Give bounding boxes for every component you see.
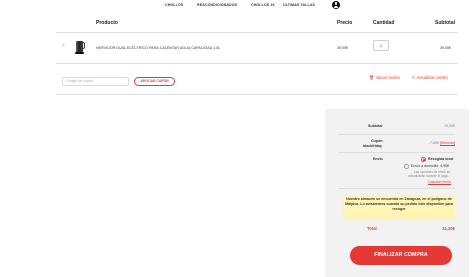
product-price: 39,00€ bbox=[337, 46, 348, 50]
local-pickup-label: Recogida local bbox=[428, 157, 454, 161]
nav-item-reacondicionados[interactable]: REACONDICIONADOS bbox=[197, 3, 237, 7]
divider bbox=[56, 63, 458, 64]
shipping-label: Envío bbox=[373, 157, 383, 161]
coupon-code-label: blackfriday bbox=[363, 144, 382, 148]
product-name-link[interactable]: HERVIDOR DUAL ELÉCTRICO PARA CALENTAR AG… bbox=[96, 46, 220, 50]
home-delivery-label: Envío a domicilio: 4,95€ bbox=[411, 164, 450, 168]
radio-home-delivery[interactable] bbox=[404, 164, 409, 169]
header-price: Precio bbox=[337, 20, 353, 26]
empty-cart-label: Vaciar carrito bbox=[375, 75, 400, 80]
subtotal-label: Subtotal bbox=[368, 124, 383, 128]
empty-cart-button[interactable]: 🗑︎ Vaciar carrito bbox=[369, 75, 400, 81]
quantity-input[interactable]: 1 bbox=[373, 40, 389, 51]
product-subtotal: 39,00€ bbox=[440, 46, 451, 50]
total-label: Total bbox=[367, 226, 377, 231]
total-value: 31,20€ bbox=[442, 226, 455, 231]
update-cart-label: Actualizar carrito bbox=[416, 75, 448, 80]
coupon-code-input[interactable]: Código de cupón bbox=[62, 77, 129, 86]
user-account-icon[interactable] bbox=[332, 1, 340, 9]
pickup-notice: Nuestro almacén se encuentra en Zaragoza… bbox=[343, 195, 455, 220]
cart-totals-panel: Subtotal 39,00€ Cupón: blackfriday -7,80… bbox=[325, 109, 469, 277]
nav-item-chollos-1[interactable]: CHOLLOS 1€ bbox=[251, 3, 275, 7]
update-cart-button[interactable]: ↻ Actualizar carrito bbox=[412, 75, 448, 80]
nav-item-chollos[interactable]: CHOLLOS bbox=[165, 3, 183, 7]
product-thumbnail[interactable] bbox=[74, 40, 86, 54]
divider bbox=[56, 32, 458, 33]
checkout-button[interactable]: FINALIZAR COMPRA bbox=[350, 246, 452, 265]
header-product: Producto bbox=[96, 20, 118, 26]
header-subtotal: Subtotal bbox=[435, 20, 455, 26]
top-navigation: CHOLLOS REACONDICIONADOS CHOLLOS 1€ ULTI… bbox=[0, 0, 475, 12]
radio-local-pickup[interactable] bbox=[421, 157, 426, 162]
shipping-note-line2: actualizarán durante el pago. bbox=[408, 174, 450, 178]
remove-coupon-link[interactable]: [Eliminar] bbox=[440, 141, 455, 145]
coupon-discount-value: -7,80€ bbox=[428, 141, 440, 145]
divider bbox=[56, 94, 458, 95]
divider bbox=[339, 188, 455, 189]
divider bbox=[339, 134, 455, 135]
remove-item-icon[interactable]: × bbox=[62, 44, 65, 49]
header-quantity: Cantidad bbox=[373, 20, 395, 26]
calculate-shipping-link[interactable]: Calcular envío bbox=[428, 180, 451, 184]
apply-coupon-button[interactable]: APLICAR CUPÓN bbox=[134, 77, 175, 86]
nav-item-ultimas-tallas-label[interactable]: ULTIMAS TALLAS bbox=[283, 3, 315, 7]
coupon-label: Cupón: bbox=[371, 139, 384, 143]
divider bbox=[339, 152, 455, 153]
subtotal-value: 39,00€ bbox=[444, 124, 455, 128]
